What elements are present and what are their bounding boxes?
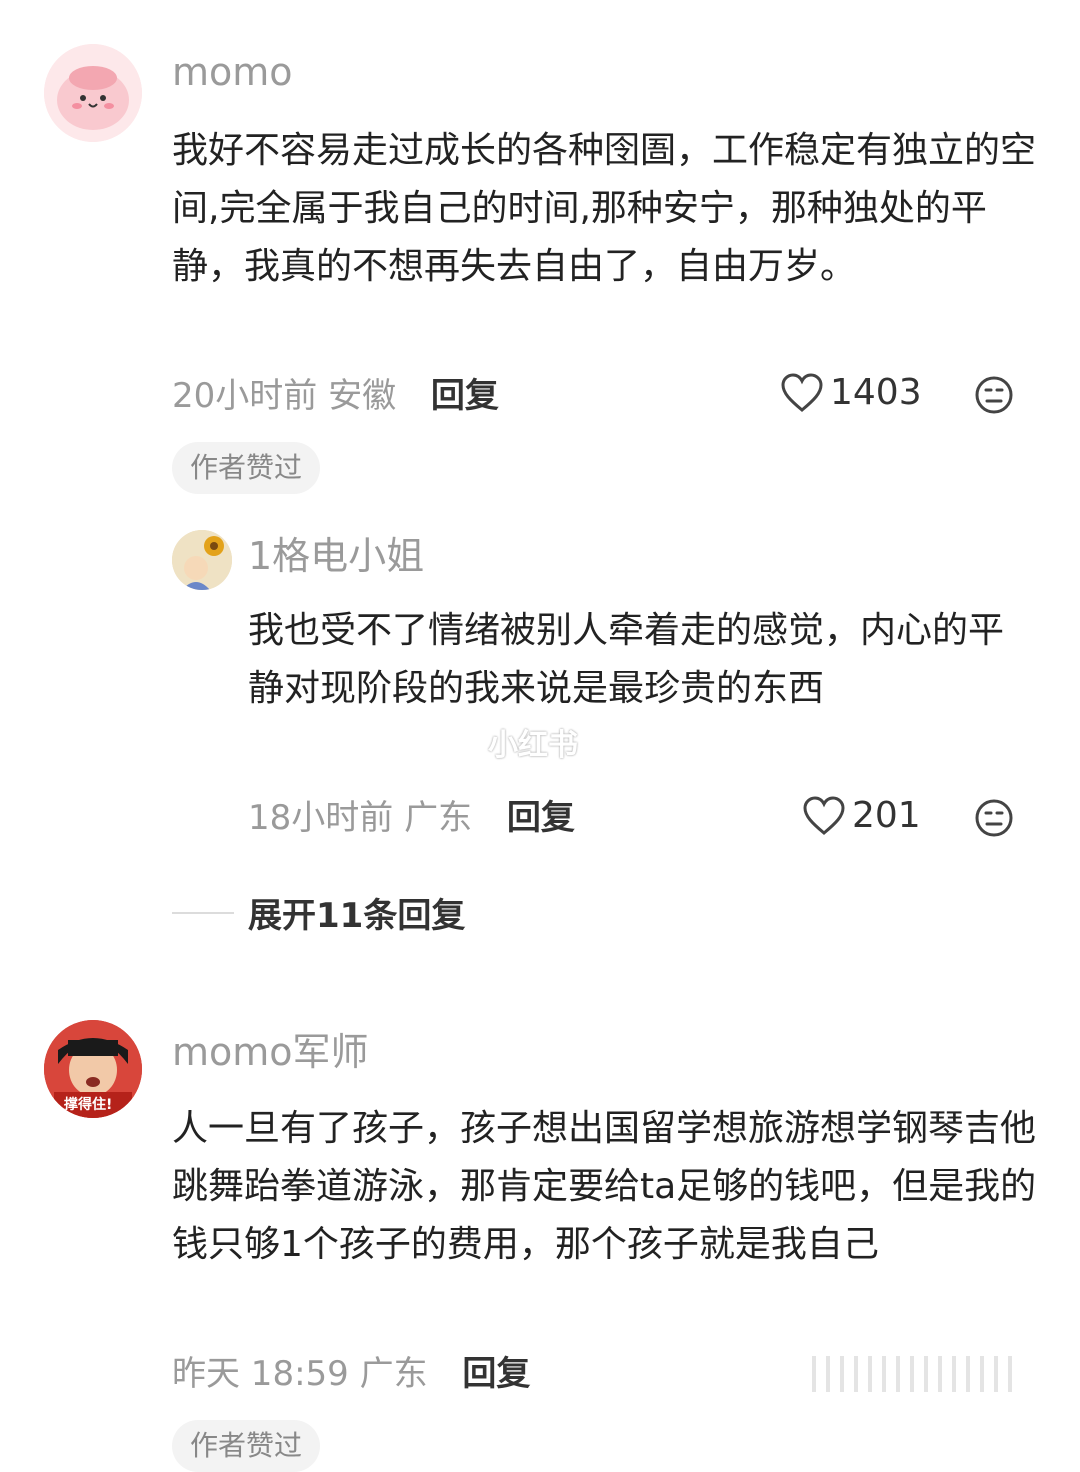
divider-line (172, 911, 234, 914)
comment-text: 人一旦有了孩子，孩子想出国留学想旅游想学钢琴吉他跳舞跆拳道游泳，那肯定要给ta足… (172, 1108, 1037, 1265)
reply-reply-button[interactable]: 回复 (507, 798, 575, 838)
reply-meta: 18小时前 广东 回复 (248, 796, 575, 840)
avatar[interactable] (44, 44, 142, 142)
comment-text: 我好不容易走过成长的各种囹圄，工作稳定有独立的空间,完全属于我自己的时间,那种安… (172, 130, 1037, 287)
reply-username[interactable]: 1格电小姐 (248, 534, 424, 578)
neutral-face-icon (975, 799, 1013, 837)
expand-replies-button[interactable]: 展开11条回复 (172, 888, 465, 937)
like-count-loading (812, 1356, 1012, 1392)
heart-outline-icon (803, 795, 845, 835)
reply-time-location: 18小时前 广东 (248, 798, 473, 838)
reply-like-button[interactable]: 201 (802, 795, 921, 836)
expand-replies-label: 展开11条回复 (248, 896, 466, 936)
like-count: 1403 (830, 372, 922, 413)
reply-text: 我也受不了情绪被别人牵着走的感觉，内心的平静对现阶段的我来说是最珍贵的东西 (248, 610, 1005, 709)
like-button[interactable]: 1403 (780, 372, 922, 413)
comment-meta: 昨天 18:59 广东 回复 (172, 1352, 530, 1396)
reply-like-count: 201 (852, 795, 921, 836)
reply-dislike-button[interactable] (974, 798, 1014, 842)
reply-button[interactable]: 回复 (431, 376, 499, 416)
comment-time-location: 20小时前 安徽 (172, 376, 397, 416)
comment-meta: 20小时前 安徽 回复 (172, 374, 499, 418)
comment-username[interactable]: momo军师 (172, 1030, 369, 1074)
avatar-caption: 撑得住! (64, 1097, 113, 1113)
author-liked-badge: 作者赞过 (172, 1420, 321, 1472)
comment-time-location: 昨天 18:59 广东 (172, 1354, 428, 1394)
pink-mascot-icon (44, 44, 142, 142)
reply-button[interactable]: 回复 (462, 1354, 530, 1394)
author-liked-badge: 作者赞过 (172, 442, 321, 494)
sunflower-girl-icon (172, 530, 232, 590)
watermark: 小红书 (488, 728, 578, 763)
reply-avatar[interactable] (172, 530, 232, 590)
neutral-face-icon (975, 376, 1013, 414)
avatar[interactable]: 撑得住! (44, 1020, 142, 1118)
heart-outline-icon (781, 372, 823, 412)
comment-username[interactable]: momo (172, 50, 293, 94)
dislike-button[interactable] (974, 375, 1014, 419)
